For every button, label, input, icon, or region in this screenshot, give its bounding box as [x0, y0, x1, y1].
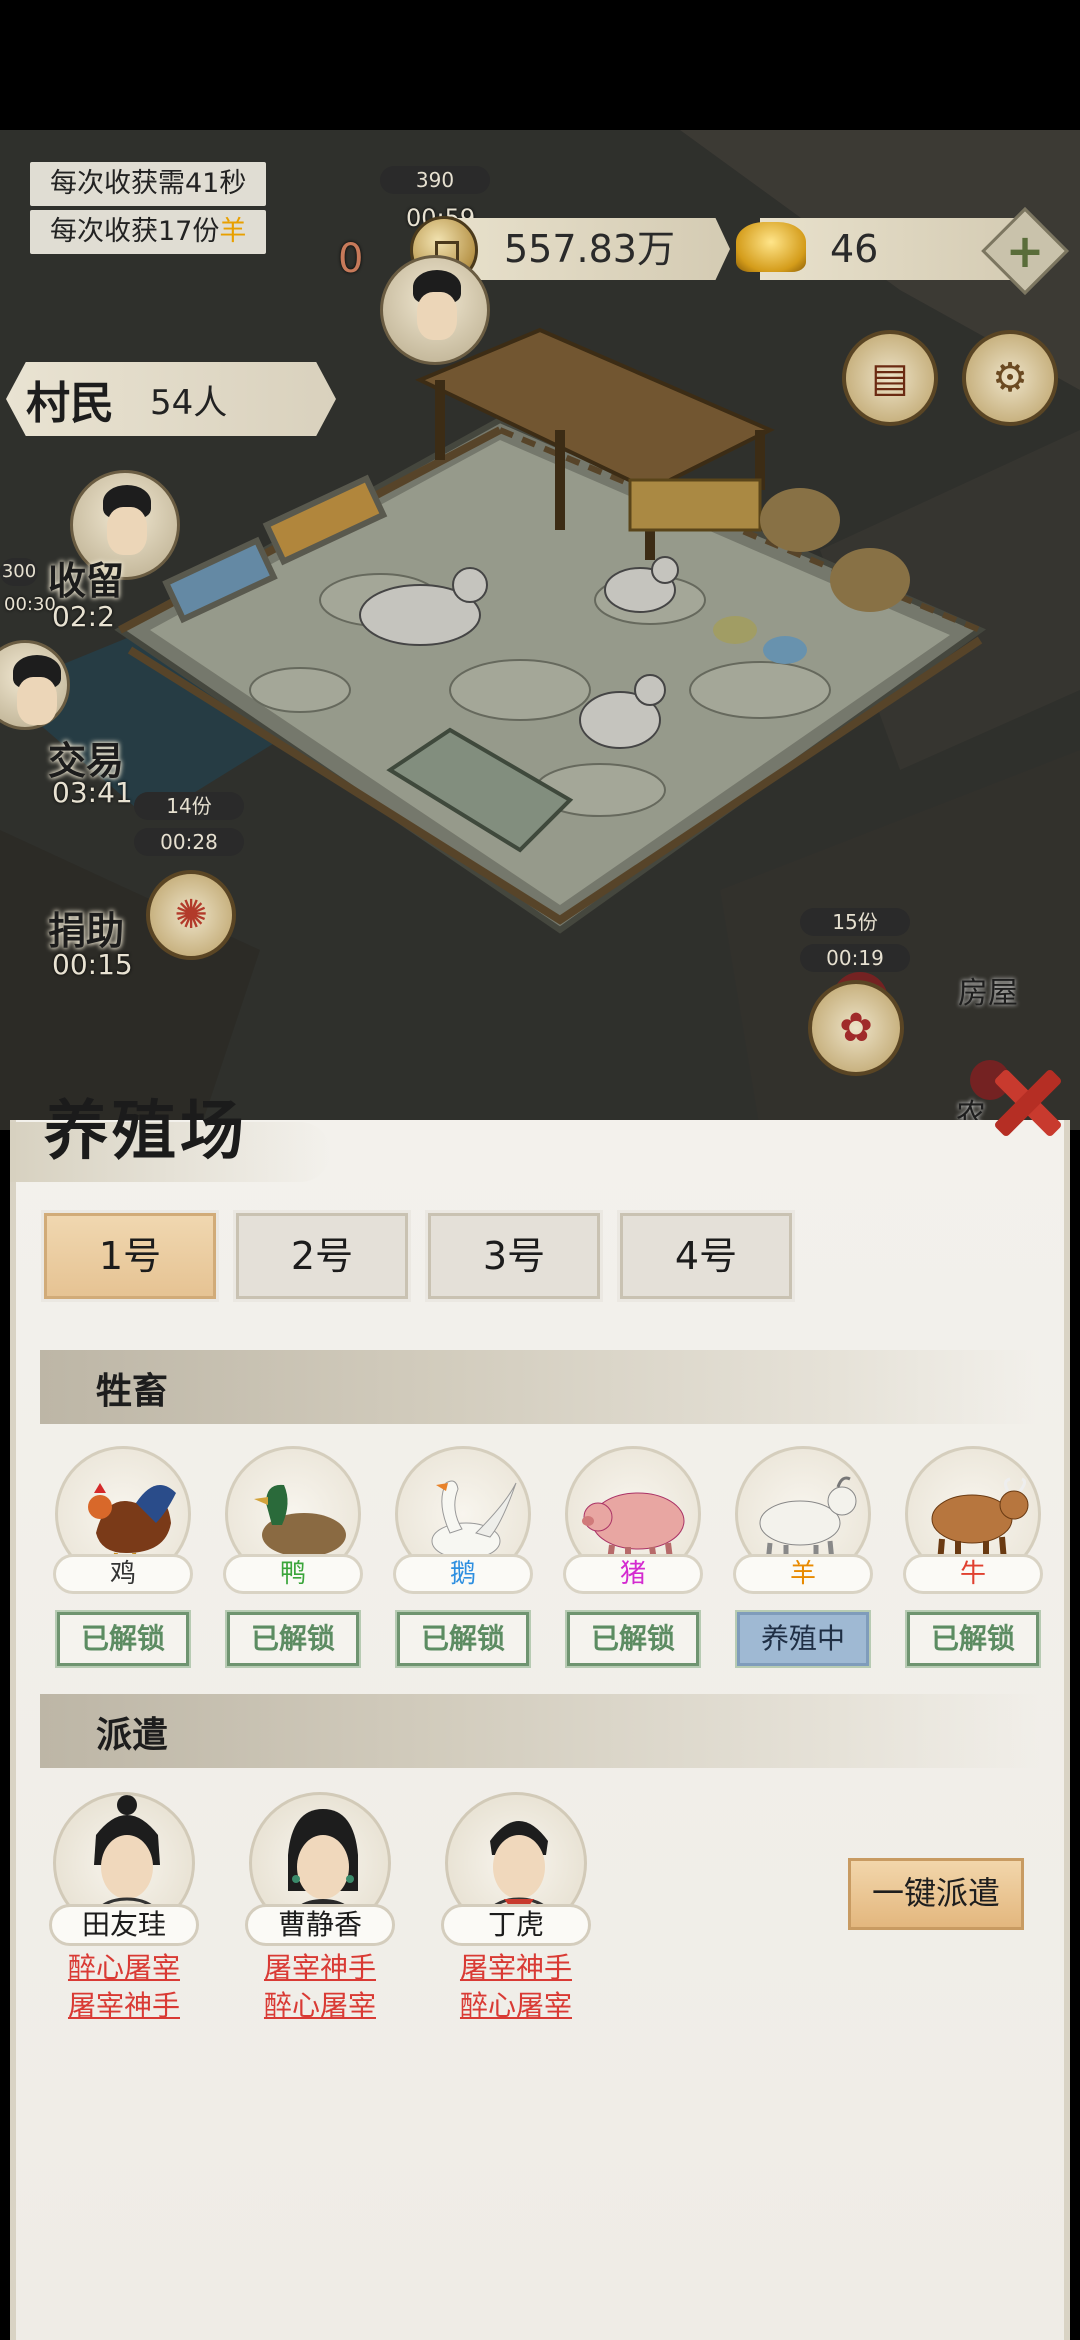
- side-menu-shelter[interactable]: 收留: [48, 550, 124, 605]
- scroll-icon[interactable]: ▤: [842, 330, 938, 426]
- worker-skill[interactable]: 屠宰神手: [44, 1990, 204, 2022]
- animal-status-button[interactable]: 已解锁: [905, 1610, 1041, 1668]
- livestock-section-header: 牲畜: [40, 1350, 1040, 1424]
- worker-card[interactable]: 曹静香 屠宰神手 醉心屠宰: [240, 1792, 400, 2022]
- flower-icon[interactable]: ✿: [808, 980, 904, 1076]
- panel-header: 养殖场: [10, 1080, 1070, 1200]
- dispatch-section-header: 派遣: [40, 1694, 1040, 1768]
- animal-card-goose[interactable]: 鹅 已解锁: [388, 1446, 538, 1668]
- animal-card-goat[interactable]: 羊 养殖中: [728, 1446, 878, 1668]
- animal-name: 鸭: [223, 1554, 363, 1594]
- animal-name: 鹅: [393, 1554, 533, 1594]
- player-avatar[interactable]: [380, 255, 490, 365]
- livestock-header-label: 牲畜: [96, 1370, 169, 1412]
- breeding-farm-panel: 养殖场 1号 2号 3号 4号 牲畜 鸡 已解锁 鸭 已解锁 鹅 已解锁 猪 已…: [10, 1094, 1070, 2340]
- worker-skill[interactable]: 屠宰神手: [240, 1952, 400, 1984]
- left-stall-timer: 00:28: [134, 828, 244, 856]
- animal-status-button[interactable]: 已解锁: [225, 1610, 361, 1668]
- status-bar: [0, 0, 1080, 130]
- villager-label: 村民: [26, 378, 114, 429]
- worker-skill[interactable]: 醉心屠宰: [240, 1990, 400, 2022]
- tab-farm-2[interactable]: 2号: [233, 1210, 411, 1302]
- worker-name: 丁虎: [441, 1904, 591, 1946]
- right-stall-count: 15份: [800, 908, 910, 936]
- settings-gear-icon[interactable]: ⚙: [962, 330, 1058, 426]
- left-stall-count: 14份: [134, 792, 244, 820]
- bg-number: 0: [338, 236, 364, 282]
- side-menu-donate[interactable]: 捐助: [48, 900, 124, 955]
- lobster-icon[interactable]: ✺: [146, 870, 236, 960]
- animal-status-button[interactable]: 已解锁: [55, 1610, 191, 1668]
- animal-card-cow[interactable]: 牛 已解锁: [898, 1446, 1048, 1668]
- tab-farm-3[interactable]: 3号: [425, 1210, 603, 1302]
- dispatch-header-label: 派遣: [96, 1714, 169, 1756]
- worker-skill[interactable]: 屠宰神手: [436, 1952, 596, 1984]
- worker-card[interactable]: 丁虎 屠宰神手 醉心屠宰: [436, 1792, 596, 2022]
- animal-status-button[interactable]: 养殖中: [735, 1610, 871, 1668]
- shelter-badge: 300: [0, 558, 38, 586]
- farm-tabs: 1号 2号 3号 4号: [41, 1210, 795, 1302]
- gold-ingot-icon: [736, 222, 806, 272]
- game-scene[interactable]: 390 00:59 0 每次收获需41秒 每次收获17份羊 村民 54人 557…: [0, 130, 1080, 1130]
- animal-status-button[interactable]: 已解锁: [565, 1610, 701, 1668]
- worker-name: 曹静香: [245, 1904, 395, 1946]
- farm-map: [0, 130, 1080, 1130]
- tab-farm-4[interactable]: 4号: [617, 1210, 795, 1302]
- tab-farm-1[interactable]: 1号: [41, 1210, 219, 1302]
- villager-count: 54人: [150, 382, 228, 423]
- worker-skill[interactable]: 醉心屠宰: [436, 1990, 596, 2022]
- harvest-amount-label: 每次收获17份羊: [30, 210, 267, 254]
- donate-timer: 00:15: [52, 948, 133, 981]
- worker-card[interactable]: 田友珪 醉心屠宰 屠宰神手: [44, 1792, 204, 2022]
- animal-card-duck[interactable]: 鸭 已解锁: [218, 1446, 368, 1668]
- worker-name: 田友珪: [49, 1904, 199, 1946]
- close-button[interactable]: [980, 1058, 1070, 1148]
- worker-skill[interactable]: 醉心屠宰: [44, 1952, 204, 1984]
- coin-counter: 557.83万: [440, 218, 730, 280]
- trade-timer: 03:41: [52, 776, 133, 809]
- shelter-timer: 02:2: [52, 600, 115, 633]
- panel-title: 养殖场: [44, 1094, 248, 1169]
- animal-card-chicken[interactable]: 鸡 已解锁: [48, 1446, 198, 1668]
- villager-bar: 村民 54人: [6, 362, 336, 436]
- house-label[interactable]: 房屋: [958, 968, 1018, 1012]
- animal-name: 猪: [563, 1554, 703, 1594]
- right-stall-timer: 00:19: [800, 944, 910, 972]
- animal-name: 羊: [733, 1554, 873, 1594]
- animal-status-button[interactable]: 已解锁: [395, 1610, 531, 1668]
- animal-card-pig[interactable]: 猪 已解锁: [558, 1446, 708, 1668]
- animal-name: 鸡: [53, 1554, 193, 1594]
- animal-name: 牛: [903, 1554, 1043, 1594]
- top-bubble-count: 390: [380, 166, 490, 194]
- harvest-time-label: 每次收获需41秒: [30, 162, 267, 206]
- one-click-dispatch-button[interactable]: 一键派遣: [848, 1858, 1024, 1930]
